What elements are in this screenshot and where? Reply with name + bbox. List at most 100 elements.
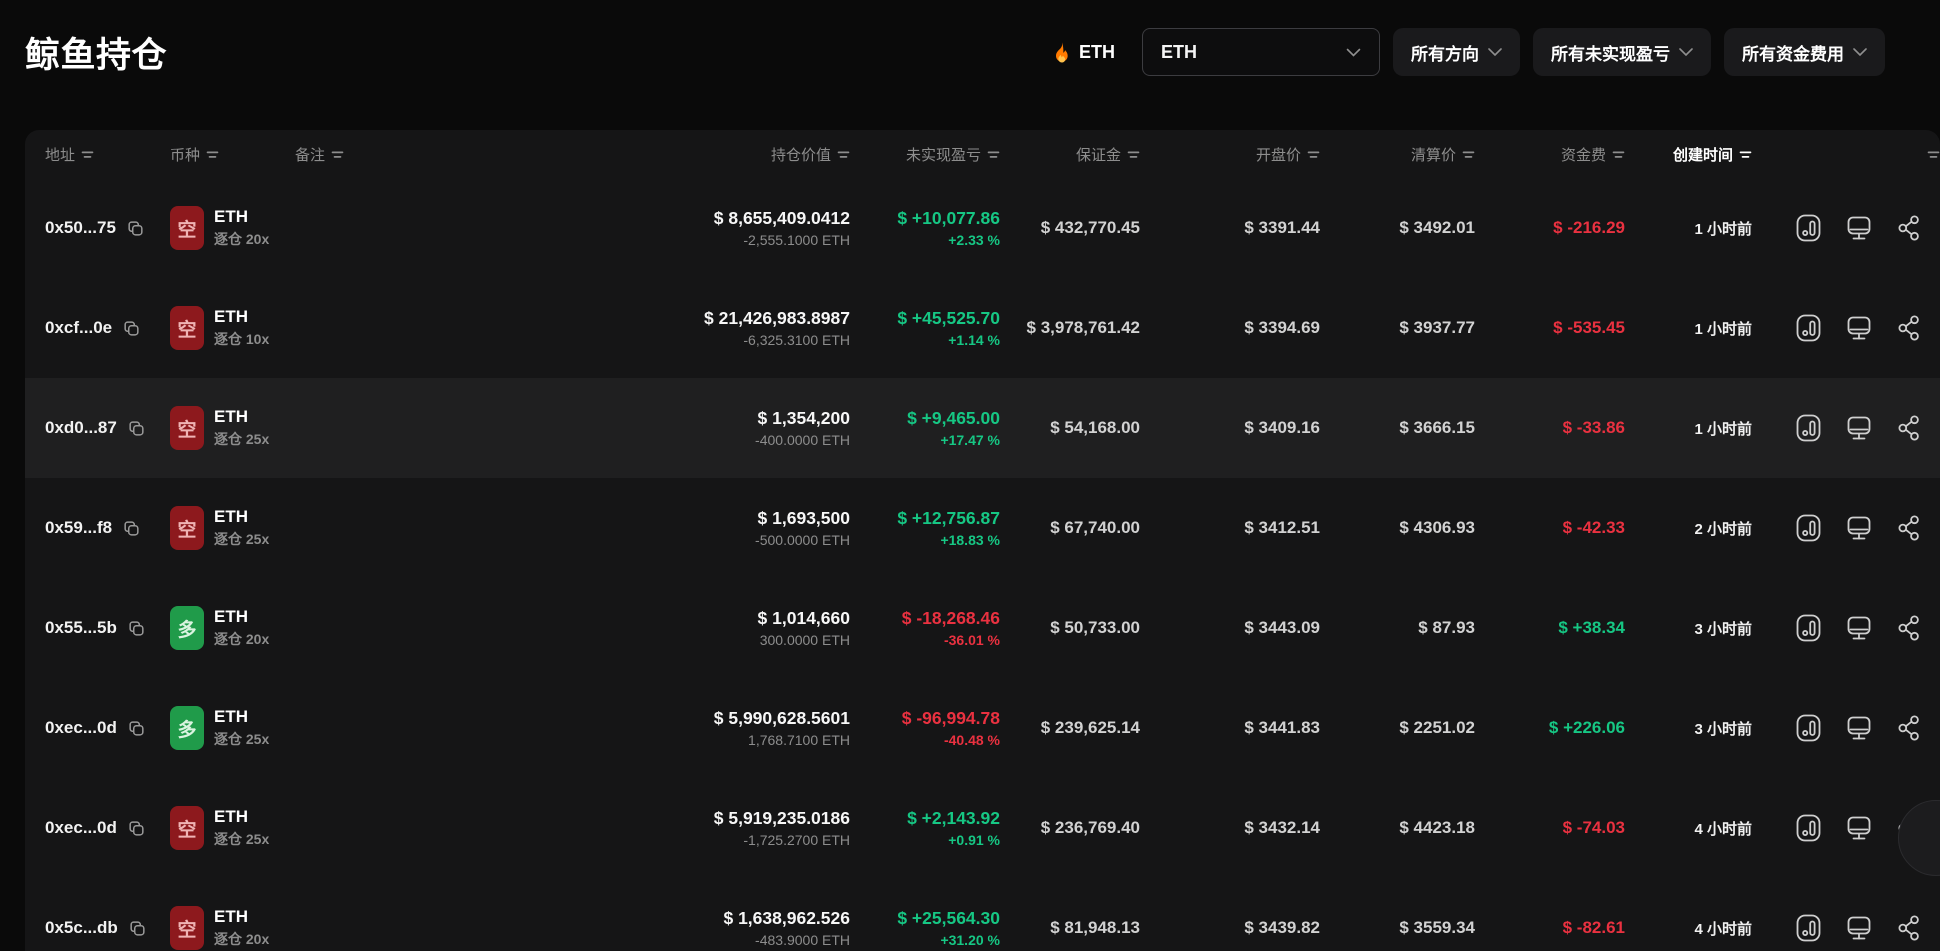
pnl-cell: $ +45,525.70 +1.14 % — [850, 308, 1000, 348]
column-header-label: 未实现盈亏 — [905, 146, 981, 164]
sort-icon[interactable] — [1462, 150, 1475, 159]
coin-name: ETH — [214, 607, 248, 626]
column-header[interactable]: 未实现盈亏 — [850, 144, 1000, 165]
sort-icon[interactable] — [1739, 150, 1752, 159]
sort-icon[interactable] — [1612, 150, 1625, 159]
position-value-usd: $ 5,919,235.0186 — [713, 808, 850, 828]
column-header-label: 币种 — [170, 146, 201, 164]
table-row[interactable]: 0xec...0d 多 ETH 逐仓 25x $ 5,990,628.5601 … — [25, 678, 1940, 778]
position-value-amount: -500.0000 ETH — [755, 532, 850, 548]
liq-price: $ 3492.01 — [1399, 218, 1475, 237]
copy-icon[interactable] — [127, 419, 146, 438]
stats-icon[interactable] — [1794, 913, 1823, 943]
share-icon[interactable] — [1895, 313, 1925, 343]
copy-icon[interactable] — [127, 719, 146, 738]
table-row[interactable]: 0xcf...0e 空 ETH 逐仓 10x $ 21,426,983.8987… — [25, 278, 1940, 378]
stats-icon[interactable] — [1794, 213, 1823, 243]
chevron-down-icon — [1488, 48, 1502, 56]
address-text: 0xec...0d — [45, 818, 117, 837]
pnl-percent: +2.33 % — [948, 232, 1000, 248]
address-text: 0x5c...db — [45, 918, 118, 937]
monitor-icon[interactable] — [1844, 913, 1874, 943]
pnl-cell: $ -18,268.46 -36.01 % — [850, 608, 1000, 648]
side-badge: 空 — [170, 206, 204, 250]
column-header[interactable]: 保证金 — [1000, 144, 1140, 165]
column-header: 备注 — [295, 144, 425, 165]
margin-value: $ 239,625.14 — [1040, 718, 1140, 737]
copy-icon[interactable] — [126, 219, 145, 238]
column-header-label: 地址 — [45, 146, 76, 164]
address-text: 0x50...75 — [45, 218, 116, 237]
table-row[interactable]: 0x59...f8 空 ETH 逐仓 25x $ 1,693,500 -500.… — [25, 478, 1940, 578]
table-row[interactable]: 0xd0...87 空 ETH 逐仓 25x $ 1,354,200 -400.… — [25, 378, 1940, 478]
funding-fee: $ -33.86 — [1562, 418, 1625, 437]
table-row[interactable]: 0x50...75 空 ETH 逐仓 20x $ 8,655,409.0412 … — [25, 178, 1940, 278]
column-header-label: 备注 — [295, 146, 326, 164]
filter-dropdown[interactable]: 所有资金费用 — [1724, 28, 1885, 76]
coin-name: ETH — [214, 807, 248, 826]
sort-icon[interactable] — [1927, 150, 1940, 159]
coin-mode: 逐仓 10x — [214, 331, 270, 347]
share-icon[interactable] — [1895, 713, 1925, 743]
stats-icon[interactable] — [1794, 313, 1823, 343]
share-icon[interactable] — [1895, 913, 1925, 943]
share-icon[interactable] — [1895, 413, 1925, 443]
sort-icon[interactable] — [206, 150, 219, 159]
stats-icon[interactable] — [1794, 713, 1823, 743]
address-text: 0x59...f8 — [45, 518, 113, 537]
column-header[interactable]: 持仓价值 — [425, 144, 850, 165]
monitor-icon[interactable] — [1844, 513, 1874, 543]
monitor-icon[interactable] — [1844, 713, 1874, 743]
liq-price: $ 3666.15 — [1399, 418, 1475, 437]
table-header-row: 地址 币种 备注 持仓价值 未实现盈亏 保证金 开盘价 清算价 资金费 创建时间 — [25, 130, 1940, 178]
coin-select[interactable]: ETH — [1142, 28, 1380, 76]
monitor-icon[interactable] — [1844, 813, 1874, 843]
coin-name: ETH — [214, 707, 248, 726]
monitor-icon[interactable] — [1844, 213, 1874, 243]
address-text: 0xd0...87 — [45, 418, 117, 437]
position-value-amount: -2,555.1000 ETH — [743, 232, 850, 248]
monitor-icon[interactable] — [1844, 413, 1874, 443]
copy-icon[interactable] — [122, 319, 141, 338]
hot-coin: ETH — [1051, 41, 1115, 64]
funding-fee: $ +38.34 — [1558, 618, 1625, 637]
open-price: $ 3443.09 — [1244, 618, 1320, 637]
side-badge: 多 — [170, 606, 204, 650]
column-header-label: 开盘价 — [1255, 146, 1301, 164]
filter-dropdown[interactable]: 所有方向 — [1393, 28, 1520, 76]
pnl-usd: $ -96,994.78 — [901, 708, 1000, 728]
sort-icon[interactable] — [81, 150, 94, 159]
table-row[interactable]: 0x5c...db 空 ETH 逐仓 20x $ 1,638,962.526 -… — [25, 878, 1940, 951]
position-value-cell: $ 21,426,983.8987 -6,325.3100 ETH — [425, 308, 850, 348]
coin-select-value: ETH — [1161, 41, 1197, 62]
copy-icon[interactable] — [128, 919, 147, 938]
stats-icon[interactable] — [1794, 813, 1823, 843]
sort-icon[interactable] — [1307, 150, 1320, 159]
stats-icon[interactable] — [1794, 613, 1823, 643]
copy-icon[interactable] — [127, 819, 146, 838]
table-row[interactable]: 0x55...5b 多 ETH 逐仓 20x $ 1,014,660 300.0… — [25, 578, 1940, 678]
table-body: 0x50...75 空 ETH 逐仓 20x $ 8,655,409.0412 … — [25, 178, 1940, 951]
stats-icon[interactable] — [1794, 413, 1823, 443]
copy-icon[interactable] — [127, 619, 146, 638]
monitor-icon[interactable] — [1844, 613, 1874, 643]
column-header-label: 创建时间 — [1672, 146, 1733, 164]
stats-icon[interactable] — [1794, 513, 1823, 543]
share-icon[interactable] — [1895, 213, 1925, 243]
margin-value: $ 67,740.00 — [1050, 518, 1140, 537]
sort-icon[interactable] — [1127, 150, 1140, 159]
column-header: 币种 — [170, 144, 295, 165]
table-row[interactable]: 0xec...0d 空 ETH 逐仓 25x $ 5,919,235.0186 … — [25, 778, 1940, 878]
sort-icon[interactable] — [837, 150, 850, 159]
column-header[interactable]: 创建时间 — [1625, 144, 1752, 165]
sort-icon[interactable] — [331, 150, 344, 159]
filter-dropdown[interactable]: 所有未实现盈亏 — [1533, 28, 1711, 76]
share-icon[interactable] — [1895, 613, 1925, 643]
coin-name: ETH — [214, 307, 248, 326]
share-icon[interactable] — [1895, 513, 1925, 543]
monitor-icon[interactable] — [1844, 313, 1874, 343]
chevron-down-icon — [1679, 48, 1693, 56]
copy-icon[interactable] — [122, 519, 141, 538]
sort-icon[interactable] — [987, 150, 1000, 159]
pnl-cell: $ +25,564.30 +31.20 % — [850, 908, 1000, 948]
